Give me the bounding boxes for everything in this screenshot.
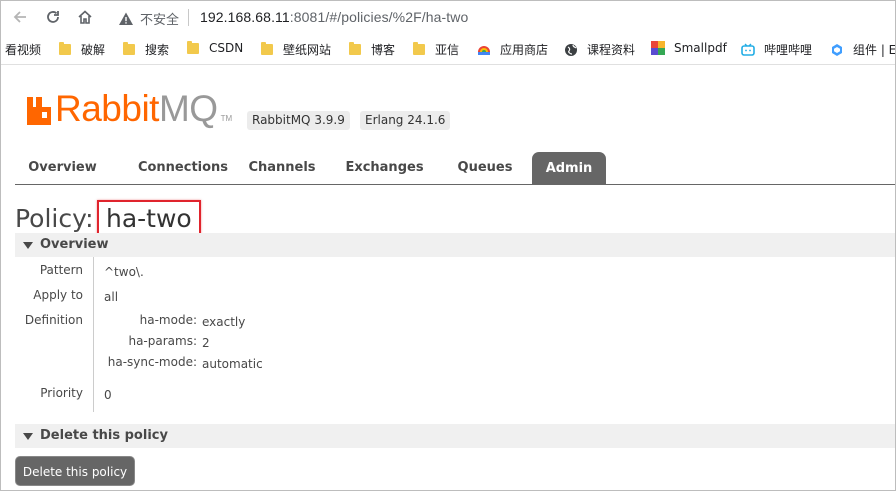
- rabbitmq-version-badge: RabbitMQ 3.9.9: [247, 111, 350, 130]
- priority-label: Priority: [40, 386, 83, 400]
- tab-exchanges[interactable]: Exchanges: [337, 151, 432, 184]
- main-nav-tabs: Overview Connections Channels Exchanges …: [15, 151, 895, 185]
- security-label: 不安全: [140, 13, 180, 28]
- delete-section-title: Delete this policy: [40, 428, 168, 443]
- security-indicator[interactable]: 不安全: [118, 9, 179, 28]
- trademark-mark: TM: [220, 114, 233, 123]
- definition-key: ha-sync-mode:: [107, 355, 197, 369]
- bookmark-item[interactable]: 亚信: [413, 41, 459, 58]
- tab-admin[interactable]: Admin: [532, 152, 606, 185]
- tab-channels[interactable]: Channels: [239, 151, 325, 184]
- bookmark-label: 亚信: [435, 43, 460, 57]
- bookmark-item[interactable]: 壁纸网站: [261, 41, 331, 58]
- bookmark-item[interactable]: 博客: [349, 41, 395, 58]
- page-title-prefix: Policy:: [15, 204, 94, 233]
- reload-icon[interactable]: [43, 7, 63, 27]
- warning-icon: [119, 12, 133, 25]
- url-path: :8081/#/policies/%2F/ha-two: [289, 9, 469, 25]
- smallpdf-icon: [651, 41, 665, 55]
- app-store-icon: [478, 45, 490, 55]
- url-host: 192.168.68.11: [200, 9, 290, 25]
- apply-to-label: Apply to: [33, 288, 83, 302]
- bilibili-icon: [741, 43, 755, 56]
- bookmark-label: 课程资料: [587, 43, 636, 57]
- element-icon: [832, 43, 842, 56]
- logo-rabbit-text: Rabbit: [55, 88, 159, 129]
- folder-icon: [59, 42, 71, 55]
- pattern-label: Pattern: [39, 263, 83, 277]
- browser-toolbar: 不安全 192.168.68.11:8081/#/policies/%2F/ha…: [1, 1, 895, 34]
- erlang-version-badge: Erlang 24.1.6: [360, 111, 451, 130]
- rabbitmq-logo-icon: [27, 97, 51, 125]
- bookmark-item[interactable]: 破解: [59, 41, 105, 58]
- priority-value: 0: [104, 388, 112, 402]
- definition-value: exactly: [202, 315, 246, 329]
- apply-to-value: all: [104, 290, 119, 304]
- bookmark-label: 组件 | E: [853, 43, 895, 57]
- definition-key: ha-params:: [128, 334, 197, 348]
- folder-icon: [261, 42, 273, 55]
- folder-icon: [349, 42, 361, 55]
- tab-overview[interactable]: Overview: [15, 151, 110, 184]
- bookmark-item[interactable]: 哔哩哔哩: [741, 41, 812, 58]
- bookmark-label: 哔哩哔哩: [764, 43, 813, 57]
- bookmark-item[interactable]: 搜索: [123, 41, 169, 58]
- url-field[interactable]: 192.168.68.11:8081/#/policies/%2F/ha-two: [200, 9, 468, 25]
- delete-section-header[interactable]: Delete this policy: [15, 424, 895, 448]
- overview-section-title: Overview: [40, 237, 109, 252]
- pattern-value: ^two\.: [104, 265, 144, 279]
- overview-section-header[interactable]: Overview: [15, 233, 895, 257]
- toolbar-divider: [1, 64, 895, 65]
- tab-queues[interactable]: Queues: [445, 151, 525, 184]
- bookmark-label: 看视频: [5, 43, 42, 57]
- collapse-triangle-icon: [23, 433, 33, 440]
- globe-icon: [565, 43, 577, 56]
- bookmark-label: 应用商店: [500, 43, 549, 57]
- definition-value: automatic: [202, 357, 263, 371]
- folder-icon: [123, 42, 135, 55]
- bookmark-item[interactable]: 看视频: [5, 41, 41, 58]
- bookmark-label: CSDN: [209, 41, 244, 55]
- bookmark-label: 搜索: [145, 43, 170, 57]
- bookmarks-bar: 看视频 破解 搜索 CSDN 壁纸网站 博客 亚信 应用商店 课程资料 Smal…: [1, 36, 895, 63]
- logo-mq-text: MQ: [158, 88, 218, 129]
- bookmark-label: 博客: [371, 43, 396, 57]
- bookmark-item[interactable]: CSDN: [187, 40, 244, 55]
- definition-value: 2: [202, 336, 210, 350]
- folder-icon: [413, 42, 425, 55]
- bookmark-item[interactable]: 课程资料: [564, 41, 635, 58]
- home-icon[interactable]: [75, 7, 95, 27]
- definition-label: Definition: [24, 313, 83, 327]
- delete-policy-button[interactable]: Delete this policy: [15, 456, 135, 486]
- bookmark-item[interactable]: Smallpdf: [651, 41, 727, 55]
- tab-connections[interactable]: Connections: [120, 151, 246, 184]
- folder-icon: [187, 40, 199, 54]
- bookmark-item[interactable]: 组件 | E: [830, 41, 895, 58]
- logo-wordmark: RabbitMQ: [55, 90, 218, 127]
- rabbitmq-logo[interactable]: RabbitMQ TM: [27, 90, 233, 127]
- bookmark-label: Smallpdf: [674, 41, 727, 55]
- collapse-triangle-icon: [23, 242, 33, 249]
- security-divider: [188, 9, 189, 26]
- definition-key: ha-mode:: [139, 313, 197, 327]
- bookmark-item[interactable]: 应用商店: [477, 41, 548, 58]
- bookmark-label: 破解: [81, 43, 106, 57]
- bookmark-label: 壁纸网站: [283, 43, 332, 57]
- back-arrow-icon[interactable]: [10, 7, 30, 27]
